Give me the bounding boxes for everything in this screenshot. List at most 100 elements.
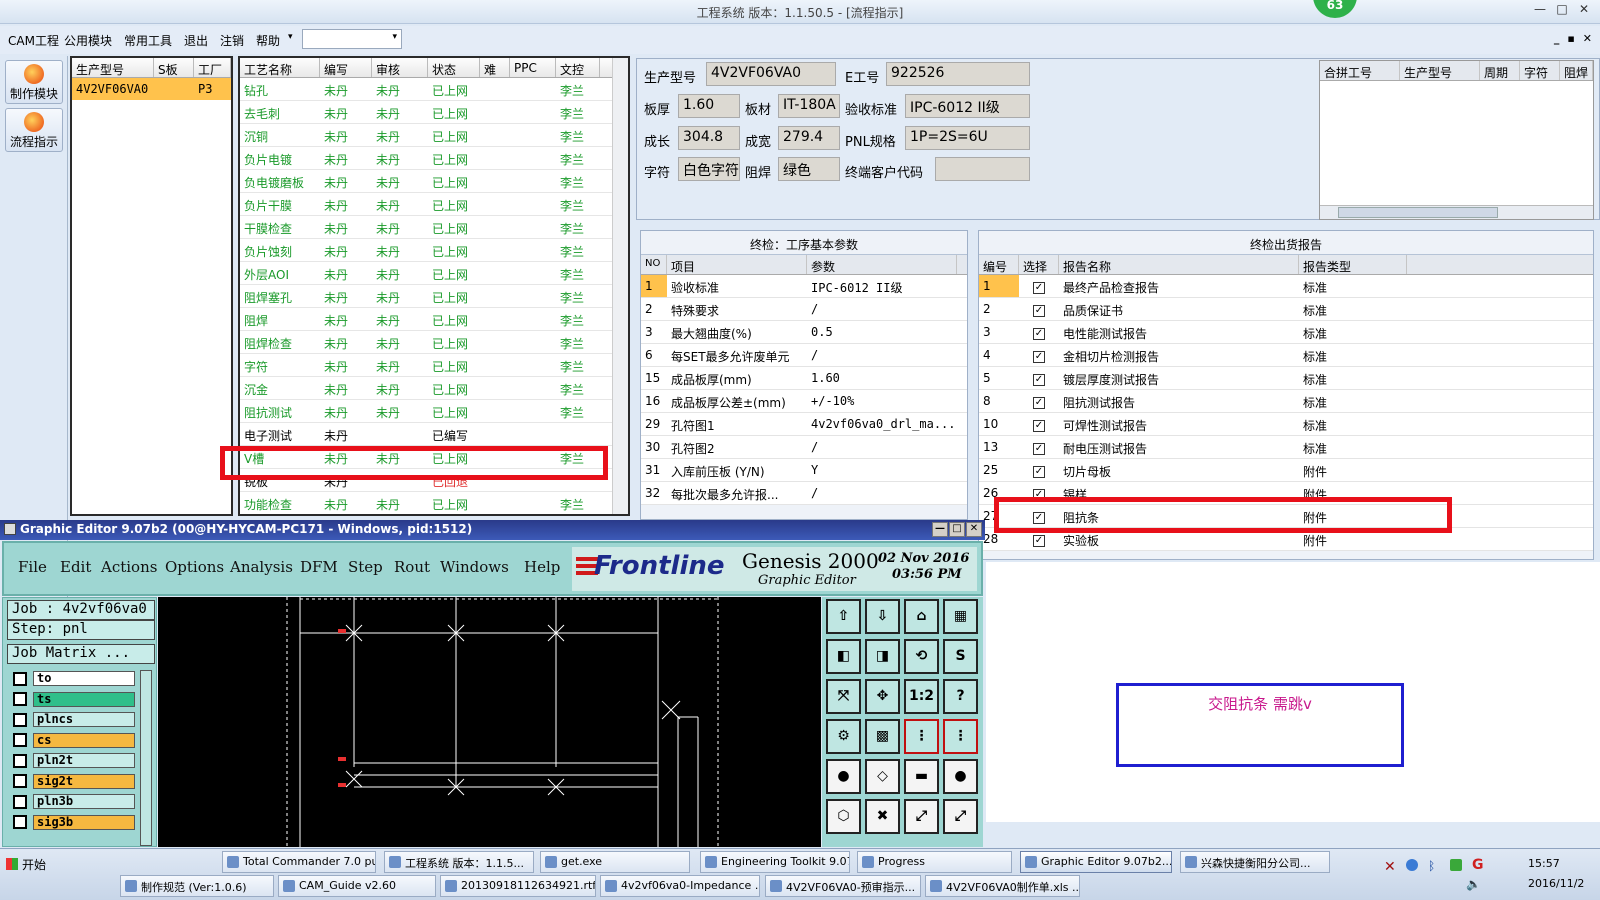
table-row[interactable]: 15 成品板厚(mm) 1.60 (641, 367, 967, 390)
col-header[interactable]: 生产型号 (72, 58, 154, 77)
maximize-button[interactable]: □ (1552, 2, 1572, 20)
e-number-field[interactable]: 922526 (886, 62, 1030, 86)
menu-public-modules[interactable]: 公用模块 (64, 32, 112, 49)
col-header[interactable]: 工艺名称 (240, 58, 320, 77)
material-field[interactable]: IT-180A (778, 94, 840, 118)
table-row[interactable]: 负电镀磨板 未丹 未丹 已上网 李兰 (240, 170, 628, 193)
col-header[interactable]: 难 (480, 58, 510, 77)
ge-tool-12-icon[interactable]: ? (943, 679, 978, 714)
table-row[interactable]: 干膜检查 未丹 未丹 已上网 李兰 (240, 216, 628, 239)
table-row[interactable]: 沉金 未丹 未丹 已上网 李兰 (240, 377, 628, 400)
layer-checkbox[interactable] (13, 753, 27, 768)
ge-menu-dfm[interactable]: DFM (300, 558, 338, 576)
model-field[interactable]: 4V2VF06VA0 (706, 62, 836, 86)
system-tray-icons[interactable]: ✕ ᛒ G 🔈 (1370, 853, 1520, 893)
ge-menu-actions[interactable]: Actions (101, 558, 157, 576)
layer-item[interactable]: ts (13, 691, 135, 708)
toolbar-combobox[interactable]: ▾ (302, 29, 402, 49)
taskbar-button[interactable]: CAM_Guide v2.60 (278, 875, 436, 897)
vertical-scrollbar[interactable] (612, 58, 628, 514)
table-row[interactable]: 29 孔符图1 4v2vf06va0_drl_ma... (641, 413, 967, 436)
taskbar-button[interactable]: 4V2VF06VA0-预审指示... (765, 875, 921, 897)
ge-tool-8-icon[interactable]: S (943, 639, 978, 674)
col-header[interactable]: 编号 (979, 255, 1019, 274)
ge-menu-file[interactable]: File (18, 558, 47, 576)
table-row[interactable]: 10 ✓ 可焊性测试报告 标准 (979, 413, 1593, 436)
col-header[interactable]: S板 (154, 58, 194, 77)
ge-tool-17-icon[interactable]: ● (826, 759, 861, 794)
table-row[interactable]: 阻焊 未丹 未丹 已上网 李兰 (240, 308, 628, 331)
taskbar-button[interactable]: 4V2VF06VA0制作单.xls ... (925, 875, 1080, 897)
layer-item[interactable]: pln2t (13, 752, 135, 769)
layer-item[interactable]: cs (13, 732, 135, 749)
table-row[interactable]: 6 每SET最多允许废单元 / (641, 344, 967, 367)
ge-tool-9-icon[interactable]: ⤧ (826, 679, 861, 714)
col-header[interactable]: 周期 (1480, 61, 1520, 80)
ge-tool-7-icon[interactable]: ⟲ (904, 639, 939, 674)
tray-g-icon[interactable]: G (1472, 857, 1484, 873)
taskbar-button[interactable]: 4v2vf06va0-Impedance ... (600, 875, 760, 897)
menu-help[interactable]: 帮助 (256, 32, 280, 49)
clock-time[interactable]: 15:57 (1528, 857, 1560, 870)
table-row[interactable]: 负片干膜 未丹 未丹 已上网 李兰 (240, 193, 628, 216)
table-row[interactable]: 5 ✓ 镀层厚度测试报告 标准 (979, 367, 1593, 390)
table-row[interactable]: 电子测试 未丹 已编写 (240, 423, 628, 446)
col-header[interactable]: 生产型号 (1400, 61, 1480, 80)
minimize-button[interactable]: — (1530, 2, 1550, 20)
ge-tool-20-icon[interactable]: ● (943, 759, 978, 794)
thickness-field[interactable]: 1.60 (678, 94, 740, 118)
ge-tool-11-icon[interactable]: 1:2 (904, 679, 939, 714)
ge-tool-23-icon[interactable]: ⤢ (904, 799, 939, 834)
col-header[interactable]: 编写 (320, 58, 372, 77)
tray-network-icon[interactable] (1406, 859, 1418, 871)
report-checkbox[interactable]: ✓ (1033, 328, 1045, 340)
taskbar-button[interactable]: 制作规范 (Ver:1.0.6) (120, 875, 274, 897)
ge-tool-21-icon[interactable]: ⬡ (826, 799, 861, 834)
table-row[interactable]: 1 ✓ 最终产品检查报告 标准 (979, 275, 1593, 298)
table-row[interactable]: 2 特殊要求 / (641, 298, 967, 321)
table-row[interactable]: 4 ✓ 金相切片检测报告 标准 (979, 344, 1593, 367)
ge-tool-2-icon[interactable]: ⇩ (865, 599, 900, 634)
ge-tool-14-icon[interactable]: ▩ (865, 719, 900, 754)
ge-menu-rout[interactable]: Rout (394, 558, 430, 576)
table-row[interactable]: 16 成品板厚公差±(mm) +/-10% (641, 390, 967, 413)
menu-logout[interactable]: 注销 (220, 32, 244, 49)
start-button[interactable]: 开始 (2, 853, 60, 875)
mdi-close-button[interactable]: ✕ (1583, 32, 1592, 45)
tray-x-icon[interactable]: ✕ (1384, 859, 1396, 875)
col-header[interactable]: 报告名称 (1059, 255, 1299, 274)
table-row[interactable]: 30 孔符图2 / (641, 436, 967, 459)
pnl-field[interactable]: 1P=2S=6U (905, 126, 1030, 150)
mdi-restore-button[interactable]: ▪ (1567, 32, 1574, 45)
layer-checkbox[interactable] (13, 815, 27, 829)
report-checkbox[interactable]: ✓ (1033, 397, 1045, 409)
report-checkbox[interactable]: ✓ (1033, 351, 1045, 363)
layer-checkbox[interactable] (13, 692, 27, 706)
table-row[interactable]: 外层AOI 未丹 未丹 已上网 李兰 (240, 262, 628, 285)
col-header[interactable]: 字符 (1520, 61, 1560, 80)
layer-checkbox[interactable] (13, 712, 27, 727)
ge-tool-5-icon[interactable]: ◧ (826, 639, 861, 674)
col-header[interactable]: 参数 (807, 255, 957, 274)
table-row[interactable]: 3 ✓ 电性能测试报告 标准 (979, 321, 1593, 344)
table-row[interactable]: 功能检查 未丹 未丹 已上网 李兰 (240, 492, 628, 514)
report-checkbox[interactable]: ✓ (1033, 420, 1045, 432)
tray-shield-icon[interactable] (1450, 859, 1462, 871)
ge-close-button[interactable]: ✕ (966, 522, 982, 537)
col-header[interactable]: 工厂 (194, 58, 231, 77)
report-checkbox[interactable]: ✓ (1033, 535, 1045, 547)
clock-date[interactable]: 2016/11/2 (1528, 877, 1584, 890)
col-header[interactable]: PPC (510, 58, 556, 77)
menu-exit[interactable]: 退出 (184, 32, 208, 49)
bluetooth-icon[interactable]: ᛒ (1428, 859, 1435, 873)
col-header[interactable]: NO (641, 255, 667, 274)
nav-make-module[interactable]: 制作模块 (5, 60, 63, 104)
nav-flow-guide[interactable]: 流程指示 (5, 108, 63, 152)
layer-item[interactable]: sig2t (13, 773, 135, 790)
ge-tool-10-icon[interactable]: ✥ (865, 679, 900, 714)
ge-menu-windows[interactable]: Windows (440, 558, 509, 576)
taskbar-button[interactable]: 工程系统 版本：1.1.5... (384, 851, 534, 873)
layer-scrollbar[interactable] (140, 670, 152, 846)
col-header[interactable]: 文控 (556, 58, 600, 77)
volume-icon[interactable]: 🔈 (1466, 877, 1481, 891)
